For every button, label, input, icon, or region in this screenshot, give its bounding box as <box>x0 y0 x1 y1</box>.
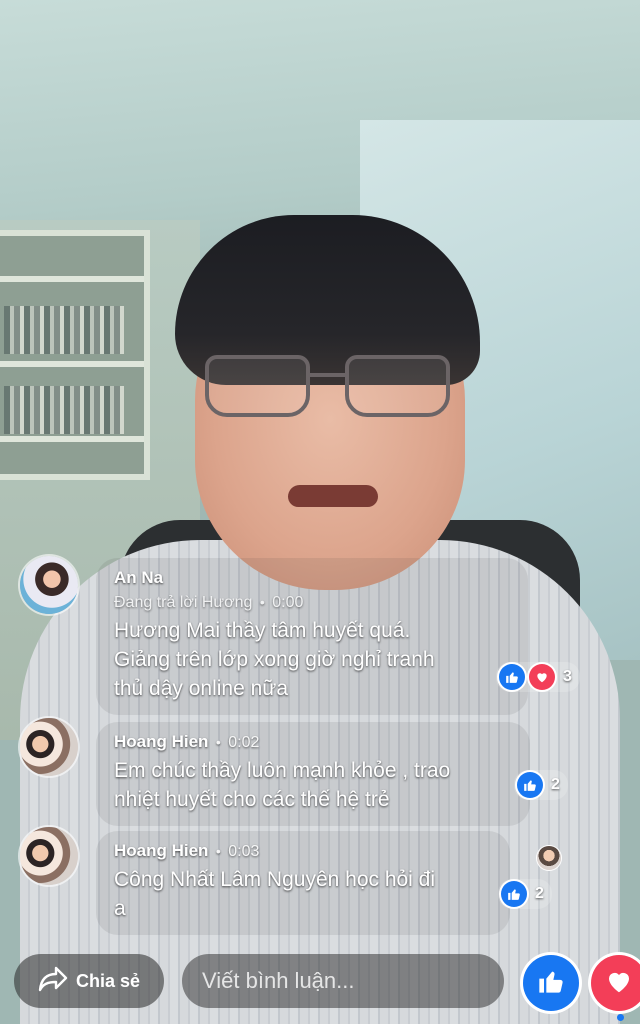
reaction-summary[interactable]: 3 <box>496 662 580 692</box>
bookshelf <box>0 230 150 480</box>
presenter-glasses <box>205 355 460 425</box>
comment-bubble[interactable]: Hoang Hien • 0:03 Công Nhất Lâm Nguyên h… <box>96 831 510 935</box>
like-reaction-icon <box>501 881 527 907</box>
reaction-summary[interactable]: 2 <box>514 770 568 800</box>
like-button[interactable] <box>523 955 579 1011</box>
share-arrow-icon <box>38 966 68 997</box>
comment-text: Công Nhất Lâm Nguyên học hỏi đi a <box>114 868 436 920</box>
reaction-count: 2 <box>535 885 544 902</box>
comment-author[interactable]: An Na <box>114 568 163 587</box>
comment-time: 0:03 <box>228 843 260 860</box>
love-button[interactable] <box>591 955 640 1011</box>
comment-bubble[interactable]: An Na Đang trả lời Hương • 0:00 Hương Ma… <box>96 558 528 715</box>
comment-bubble[interactable]: Hoang Hien • 0:02 Em chúc thầy luôn mạnh… <box>96 722 530 826</box>
love-reaction-icon <box>529 664 555 690</box>
heart-icon <box>604 966 634 1001</box>
comment-time: 0:00 <box>272 594 304 611</box>
comment-author[interactable]: Hoang Hien <box>114 732 208 751</box>
thumbs-up-icon <box>537 967 565 1000</box>
comment-author[interactable]: Hoang Hien <box>114 841 208 860</box>
share-label: Chia sẻ <box>75 970 141 991</box>
reaction-count: 2 <box>551 776 560 793</box>
comment-text: Hương Mai thầy tâm huyết quá. Giảng trên… <box>114 619 435 700</box>
reaction-count: 3 <box>563 668 572 685</box>
comment-reply-status: Đang trả lời Hương • 0:00 <box>114 594 304 611</box>
presenter-mouth <box>288 485 378 507</box>
viewer-avatar[interactable] <box>537 846 561 870</box>
like-reaction-icon <box>517 772 543 798</box>
comment-text: Em chúc thầy luôn mạnh khỏe , trao nhiệt… <box>114 759 451 811</box>
reaction-summary[interactable]: 2 <box>498 879 552 909</box>
share-button[interactable]: Chia sẻ <box>14 954 164 1008</box>
reaction-indicator-dot <box>617 1014 624 1021</box>
avatar[interactable] <box>20 718 78 776</box>
avatar[interactable] <box>20 556 78 614</box>
like-reaction-icon <box>499 664 525 690</box>
comment-time: 0:02 <box>228 734 260 751</box>
avatar[interactable] <box>20 827 78 885</box>
comment-input[interactable] <box>182 954 504 1008</box>
